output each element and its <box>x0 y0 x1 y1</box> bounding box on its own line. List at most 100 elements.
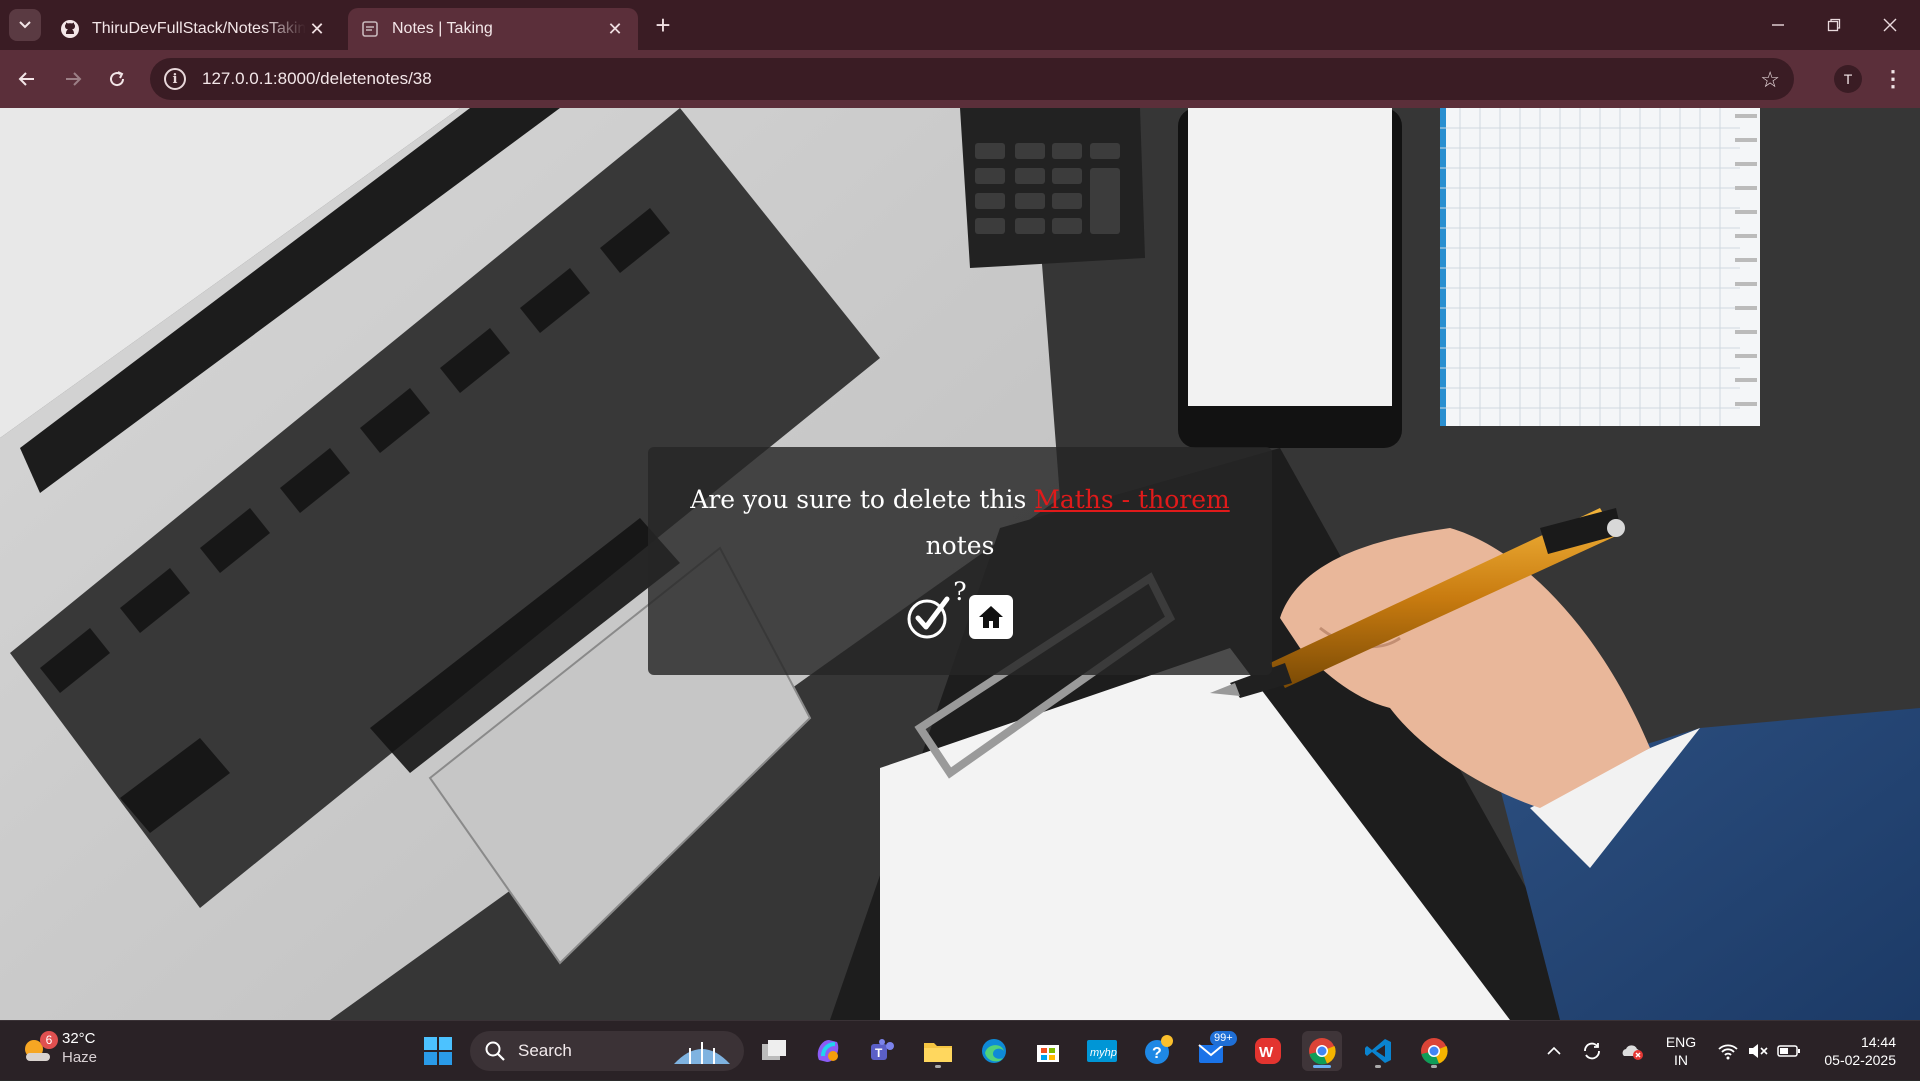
message-after: notes <box>925 531 995 560</box>
restore-button[interactable] <box>1806 0 1862 50</box>
check-circle-icon <box>907 596 950 639</box>
windows-logo-icon <box>424 1037 452 1065</box>
taskbar-search[interactable]: Search <box>470 1031 744 1071</box>
start-button[interactable] <box>418 1031 458 1071</box>
svg-text:T: T <box>875 1046 883 1060</box>
restore-icon <box>1827 18 1841 32</box>
home-icon <box>979 606 1003 628</box>
search-icon <box>485 1041 505 1061</box>
confirm-delete-button[interactable] <box>907 595 951 639</box>
address-bar[interactable]: i 127.0.0.1:8000/deletenotes/38 ☆ <box>150 58 1794 100</box>
reload-button[interactable] <box>100 62 134 96</box>
browser-toolbar: i 127.0.0.1:8000/deletenotes/38 ☆ T ⋮ <box>0 50 1920 108</box>
back-button[interactable] <box>10 62 44 96</box>
microsoft-store-button[interactable] <box>1028 1031 1068 1071</box>
edge-icon <box>982 1039 1006 1063</box>
tab-notes-active[interactable]: Notes | Taking ✕ <box>348 8 638 50</box>
wps-icon: W <box>1255 1038 1281 1064</box>
grid-notebook <box>1440 108 1760 426</box>
file-explorer-button[interactable] <box>918 1031 958 1071</box>
get-help-button[interactable]: ? <box>1138 1031 1178 1071</box>
running-indicator <box>935 1065 941 1068</box>
copilot-button[interactable] <box>808 1031 848 1071</box>
clock-date: 05-02-2025 <box>1824 1052 1896 1068</box>
volume-tray-icon[interactable] <box>1744 1021 1772 1081</box>
store-icon <box>1037 1045 1059 1062</box>
weather-condition: Haze <box>62 1049 98 1066</box>
arrow-left-icon <box>18 72 34 86</box>
more-menu-icon[interactable]: ⋮ <box>1880 63 1906 95</box>
myhp-button[interactable]: myhp <box>1082 1031 1122 1071</box>
myhp-icon: myhp <box>1087 1040 1117 1062</box>
running-indicator <box>1313 1065 1331 1068</box>
svg-text:myhp: myhp <box>1090 1047 1117 1059</box>
browser-tab-bar: ThiruDevFullStack/NotesTaking/ ✕ Notes |… <box>0 0 1920 50</box>
folder-icon <box>924 1043 952 1062</box>
delete-confirmation-dialog: Are you sure to delete this Maths - thor… <box>648 447 1272 675</box>
temperature: 32°C <box>62 1030 96 1047</box>
clock-time: 14:44 <box>1860 1034 1896 1050</box>
system-clock[interactable]: 14:44 05-02-2025 <box>1812 1033 1896 1069</box>
wps-office-button[interactable]: W <box>1248 1031 1288 1071</box>
battery-icon <box>1777 1045 1800 1057</box>
arrow-right-icon <box>66 72 82 86</box>
svg-text:?: ? <box>1152 1045 1162 1062</box>
minimize-icon <box>1772 24 1784 26</box>
show-hidden-icons-button[interactable] <box>1540 1021 1568 1081</box>
tab-title: ThiruDevFullStack/NotesTaking/ <box>92 20 306 37</box>
tab-github[interactable]: ThiruDevFullStack/NotesTaking/ ✕ <box>48 8 340 50</box>
windows-taskbar: 6 32°C Haze Search T myhp ? 99+ W ENG IN… <box>0 1020 1920 1080</box>
help-icon: ? <box>1145 1035 1173 1064</box>
home-button[interactable] <box>969 595 1013 639</box>
chrome-profile-button[interactable] <box>1414 1031 1454 1071</box>
running-indicator <box>1431 1065 1437 1068</box>
page-viewport: Are you sure to delete this Maths - thor… <box>0 108 1920 1020</box>
chevron-up-icon <box>1547 1046 1561 1055</box>
teams-button[interactable]: T <box>862 1031 902 1071</box>
close-icon <box>1883 18 1897 32</box>
tab-title: Notes | Taking <box>392 20 493 37</box>
battery-tray-icon[interactable] <box>1774 1021 1804 1081</box>
bookmark-star-icon[interactable]: ☆ <box>1760 67 1780 93</box>
reload-icon <box>110 71 125 87</box>
running-indicator <box>1375 1065 1381 1068</box>
chrome-button[interactable] <box>1302 1031 1342 1071</box>
volume-muted-icon <box>1749 1044 1768 1058</box>
outlook-button[interactable]: 99+ <box>1192 1031 1237 1071</box>
minimize-button[interactable] <box>1750 0 1806 50</box>
mail-badge: 99+ <box>1210 1031 1237 1046</box>
tab-search-button[interactable] <box>9 9 41 41</box>
profile-avatar[interactable]: T <box>1834 65 1862 93</box>
search-highlight-icon <box>674 1042 730 1064</box>
url-text[interactable]: 127.0.0.1:8000/deletenotes/38 <box>202 69 432 89</box>
cloud-error-icon <box>1622 1045 1643 1060</box>
edge-button[interactable] <box>974 1031 1014 1071</box>
onedrive-tray-icon[interactable] <box>1616 1021 1648 1081</box>
site-info-icon[interactable]: i <box>164 68 186 90</box>
page-icon <box>360 19 380 39</box>
close-window-button[interactable] <box>1862 0 1918 50</box>
region-code: IN <box>1674 1052 1688 1068</box>
note-title-link[interactable]: Maths - thorem <box>1034 485 1229 514</box>
close-tab-icon[interactable]: ✕ <box>604 18 626 40</box>
chevron-down-icon <box>19 21 31 29</box>
message-before: Are you sure to delete this <box>690 485 1027 514</box>
language-indicator[interactable]: ENG IN <box>1664 1033 1698 1069</box>
chrome-icon <box>1421 1038 1448 1065</box>
calculator <box>960 108 1145 268</box>
language-code: ENG <box>1665 1034 1697 1050</box>
search-label: Search <box>518 1041 572 1060</box>
vscode-button[interactable] <box>1358 1031 1398 1071</box>
forward-button[interactable] <box>56 62 90 96</box>
weather-alert-badge: 6 <box>40 1031 58 1049</box>
task-view-button[interactable] <box>754 1031 794 1071</box>
wifi-tray-icon[interactable] <box>1714 1021 1742 1081</box>
github-icon <box>60 19 80 39</box>
wifi-icon <box>1718 1044 1738 1060</box>
weather-text: 32°C Haze <box>62 1029 97 1067</box>
close-tab-icon[interactable]: ✕ <box>306 18 328 40</box>
new-tab-button[interactable]: + <box>648 10 678 40</box>
sync-tray-icon[interactable] <box>1576 1021 1608 1081</box>
teams-icon: T <box>871 1039 894 1060</box>
weather-widget[interactable]: 6 32°C Haze <box>20 1029 97 1067</box>
